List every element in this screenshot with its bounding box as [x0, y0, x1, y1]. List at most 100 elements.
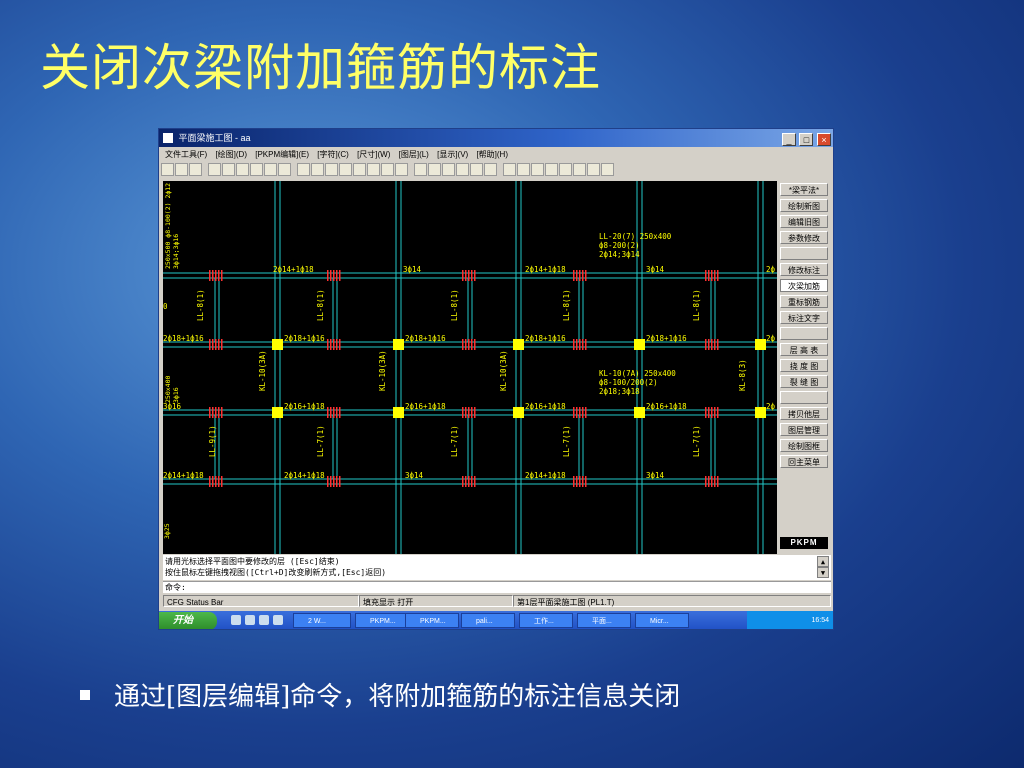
zoom-out-icon[interactable] [545, 163, 558, 176]
zoom-window-icon[interactable] [517, 163, 530, 176]
box-icon[interactable] [442, 163, 455, 176]
stirrup-mark [465, 476, 467, 487]
quicklaunch-icon[interactable] [259, 615, 269, 625]
move-icon[interactable] [311, 163, 324, 176]
stirrup-mark [339, 476, 341, 487]
taskbar-item[interactable]: PKPM... [405, 613, 459, 628]
stirrup-mark [708, 407, 710, 418]
arc-icon[interactable] [428, 163, 441, 176]
undo-icon[interactable] [381, 163, 394, 176]
color-icon[interactable] [278, 163, 291, 176]
trim-icon[interactable] [470, 163, 483, 176]
menu-help[interactable]: [帮助](H) [476, 150, 508, 159]
side-note: 250x500 ф8-100(2) 2ф12 [164, 183, 172, 269]
pkpm-window: 平面梁施工图 - aa _ □ × 文件工具(F) [绘图](D) [PKPM编… [158, 128, 834, 630]
crosshair-icon[interactable] [297, 163, 310, 176]
menu-draw-new[interactable]: 绘制新图 [780, 199, 828, 212]
rebar-label-top: 3ф14 [646, 265, 665, 274]
zoom-prev-icon[interactable] [573, 163, 586, 176]
menu-label-text[interactable]: 标注文字 [780, 311, 828, 324]
menu-layer[interactable]: [图层](L) [399, 150, 429, 159]
menu-copy-other-floor[interactable]: 拷贝他层 [780, 407, 828, 420]
print-icon[interactable] [161, 163, 174, 176]
stirrup-mark [339, 339, 341, 350]
open-icon[interactable] [189, 163, 202, 176]
toolbar-separator [409, 163, 413, 176]
command-input[interactable]: 命令: [163, 581, 831, 593]
rect-icon[interactable] [414, 163, 427, 176]
menu-view[interactable]: [显示](V) [437, 150, 468, 159]
quicklaunch-icon[interactable] [231, 615, 241, 625]
menu-beam-plan[interactable]: *梁平法* [780, 183, 828, 196]
scroll-up-icon[interactable]: ▲ [817, 556, 829, 567]
rebar-label-lower: 2ф16+1ф18 [284, 402, 325, 411]
hatch-icon[interactable] [456, 163, 469, 176]
corner-icon[interactable] [484, 163, 497, 176]
maximize-button[interactable]: □ [799, 133, 814, 146]
menu-param-modify[interactable]: 参数修改 [780, 231, 828, 244]
beam-note: ф8-200(2) [599, 241, 640, 250]
start-button[interactable]: 开始 [159, 612, 217, 629]
menu-layer-manage[interactable]: 图层管理 [780, 423, 828, 436]
zoom-all-icon[interactable] [587, 163, 600, 176]
menu-modify-label[interactable]: 修改标注 [780, 263, 828, 276]
rebar-label-top: 2ф14+1ф18 [525, 265, 566, 274]
zoom-real-icon[interactable] [601, 163, 614, 176]
zoom-in-icon[interactable] [531, 163, 544, 176]
number-icon[interactable] [250, 163, 263, 176]
menu-crack-chart[interactable]: 裂 缝 图 [780, 375, 828, 388]
text-icon[interactable] [264, 163, 277, 176]
redo-icon[interactable] [395, 163, 408, 176]
menu-main-menu[interactable]: 回主菜单 [780, 455, 828, 468]
taskbar-item[interactable]: 平面... [577, 613, 631, 628]
close-button[interactable]: × [817, 133, 831, 146]
menu-char[interactable]: [字符](C) [317, 150, 349, 159]
stirrup-mark [474, 476, 476, 487]
menu-deflection-chart[interactable]: 挠 度 图 [780, 359, 828, 372]
menu-secondary-beam-stirrup[interactable]: 次梁加筋 [780, 279, 828, 292]
taskbar-item[interactable]: PKPM... [355, 613, 409, 628]
pen-icon[interactable] [222, 163, 235, 176]
quicklaunch-icon[interactable] [273, 615, 283, 625]
stirrup-mark [465, 407, 467, 418]
stirrup-mark [212, 407, 214, 418]
taskbar-item[interactable]: pali... [461, 613, 515, 628]
stirrup-mark [474, 339, 476, 350]
zoom-pan-icon[interactable] [559, 163, 572, 176]
status-fill: 填充显示 打开 [359, 595, 513, 607]
window-titlebar[interactable]: 平面梁施工图 - aa _ □ × [159, 129, 833, 147]
line-icon[interactable] [236, 163, 249, 176]
minimize-button[interactable]: _ [781, 133, 796, 146]
scroll-down-icon[interactable]: ▼ [817, 567, 829, 578]
edit-icon[interactable] [367, 163, 380, 176]
stirrup-mark [717, 476, 719, 487]
beam-id: LL-8(1) [196, 289, 205, 321]
stirrup-mark [465, 270, 467, 281]
quicklaunch-icon[interactable] [245, 615, 255, 625]
taskbar-item[interactable]: 2 W... [293, 613, 351, 628]
bullet-square-icon [80, 689, 90, 700]
menu-edit-old[interactable]: 编辑旧图 [780, 215, 828, 228]
taskbar-item[interactable]: 工作... [519, 613, 573, 628]
menu-dimension[interactable]: [尺寸](W) [357, 150, 390, 159]
save-icon[interactable] [175, 163, 188, 176]
grid-icon[interactable] [325, 163, 338, 176]
menu-relabel-rebar[interactable]: 重标钢筋 [780, 295, 828, 308]
menu-draw-frame[interactable]: 绘制图框 [780, 439, 828, 452]
clock: 16:54 [811, 617, 829, 624]
drawing-canvas[interactable]: 2ф14+1ф18 3ф14 2ф14+1ф18 3ф14 2ф 2ф18+1ф… [163, 181, 777, 554]
slide-bullet: 通过[图层编辑]命令，将附加箍筋的标注信息关闭 [80, 676, 680, 713]
rebar-label-lower: 2ф16+1ф18 [525, 402, 566, 411]
dimension-icon[interactable] [353, 163, 366, 176]
menu-pkpm-edit[interactable]: [PKPM编辑](E) [255, 150, 309, 159]
menu-floor-height-table[interactable]: 层 高 表 [780, 343, 828, 356]
menu-file[interactable]: 文件工具(F) [165, 150, 207, 159]
pan-icon[interactable] [339, 163, 352, 176]
zoom-extent-icon[interactable] [503, 163, 516, 176]
menu-blank [780, 327, 828, 340]
stirrup-mark [576, 339, 578, 350]
stirrup-mark [708, 270, 710, 281]
menu-draw[interactable]: [绘图](D) [215, 150, 247, 159]
taskbar-item[interactable]: Micr... [635, 613, 689, 628]
layer-icon[interactable] [208, 163, 221, 176]
